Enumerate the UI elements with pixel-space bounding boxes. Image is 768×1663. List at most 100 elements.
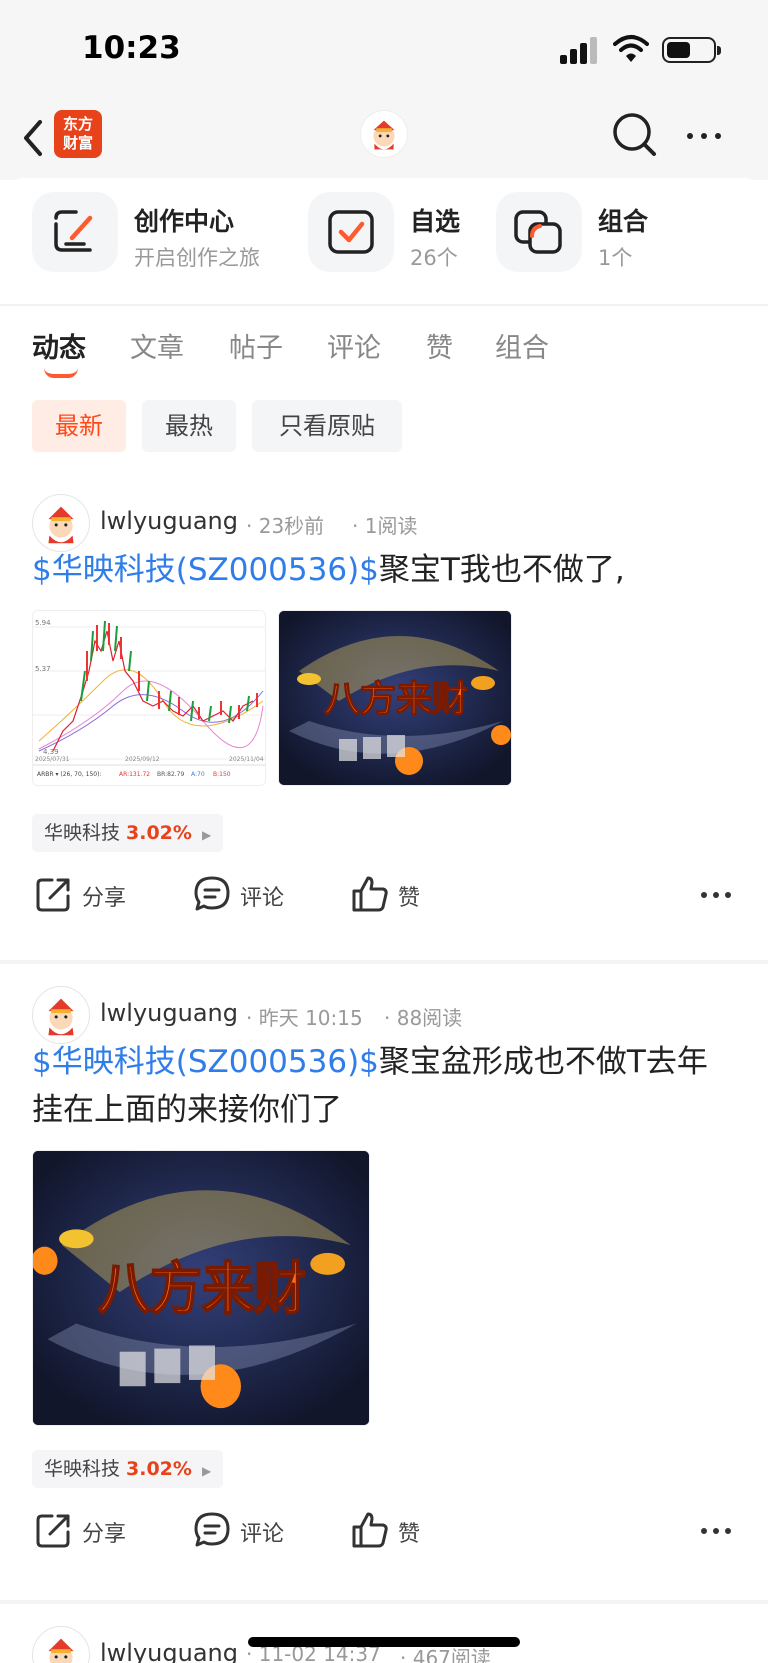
home-indicator[interactable] bbox=[248, 1637, 520, 1647]
active-tab-indicator bbox=[44, 368, 78, 378]
post-more-icon[interactable] bbox=[700, 1526, 732, 1536]
like-label: 赞 bbox=[398, 1522, 421, 1547]
post-reads-value: 88阅读 bbox=[396, 1006, 463, 1030]
banner-image[interactable]: 八方来财 bbox=[32, 1150, 370, 1426]
stock-tag-change: 3.02% bbox=[126, 1458, 192, 1480]
checkbox-icon bbox=[328, 210, 374, 254]
comment-button[interactable]: 评论 bbox=[192, 1510, 312, 1550]
page: { "status": {"time": "10:23"}, "topbar":… bbox=[0, 0, 768, 1663]
username[interactable]: lwlyuguang bbox=[100, 999, 238, 1027]
post-reads-value: 467阅读 bbox=[412, 1646, 491, 1663]
post-more-icon[interactable] bbox=[700, 890, 732, 900]
fortune-banner-graphic: 八方来财 bbox=[279, 611, 511, 785]
chart-ar-value: AR:131.72 bbox=[119, 771, 150, 778]
tab-articles[interactable]: 文章 bbox=[130, 326, 184, 365]
stock-tag[interactable]: 华映科技 3.02% ▶ bbox=[32, 1450, 224, 1488]
post-time: · 23秒前 bbox=[246, 514, 325, 538]
comment-button[interactable]: 评论 bbox=[192, 874, 312, 914]
user-avatar[interactable] bbox=[32, 1626, 90, 1663]
post-reads: · 88阅读 bbox=[384, 1006, 463, 1030]
chart-date-mid: 2025/09/12 bbox=[125, 756, 160, 763]
chart-price-high: 5.94 bbox=[35, 619, 51, 627]
chart-date-start: 2025/07/31 bbox=[35, 756, 70, 763]
feed-post: lwlyuguang · 23秒前 · 1阅读 $华映科技(SZ000536)$… bbox=[0, 494, 768, 952]
like-button[interactable]: 赞 bbox=[350, 1510, 450, 1550]
filter-latest-chip[interactable]: 最新 bbox=[32, 400, 126, 452]
user-avatar[interactable] bbox=[32, 494, 90, 552]
portfolio-count: 1个 bbox=[598, 246, 633, 270]
chart-date-end: 2025/11/04 bbox=[229, 756, 264, 763]
profile-sheet: 创作中心 开启创作之旅 自选 26个 组合 1个 动态 文章 帖子 评论 赞 组… bbox=[0, 178, 768, 1663]
tab-dynamics[interactable]: 动态 bbox=[32, 326, 86, 378]
portfolio-icon-bg bbox=[496, 192, 582, 272]
stock-tag-change: 3.02% bbox=[126, 822, 192, 844]
watchlist-count: 26个 bbox=[410, 246, 458, 270]
watchlist-icon-bg bbox=[308, 192, 394, 272]
banner-text: 八方来财 bbox=[324, 679, 468, 720]
watchlist-entry[interactable]: 自选 26个 bbox=[308, 192, 478, 272]
status-bar: 10:23 bbox=[0, 0, 768, 100]
like-button[interactable]: 赞 bbox=[350, 874, 450, 914]
tab-likes[interactable]: 赞 bbox=[426, 326, 453, 365]
creation-center-icon-bg bbox=[32, 192, 118, 272]
stock-link[interactable]: $华映科技(SZ000536)$ bbox=[32, 552, 379, 588]
kline-chart-image[interactable]: 5.94 5.37 4.39 2025/07/31 2025/09/12 202… bbox=[32, 610, 266, 786]
eastmoney-logo[interactable]: 东方 财富 bbox=[54, 110, 102, 158]
creation-center-title: 创作中心 bbox=[134, 207, 235, 236]
tab-dynamics-label: 动态 bbox=[32, 333, 86, 364]
portfolio-entry[interactable]: 组合 1个 bbox=[496, 192, 666, 272]
post-text[interactable]: $华映科技(SZ000536)$聚宝T我也不做了, bbox=[32, 546, 732, 594]
more-menu-icon[interactable] bbox=[684, 116, 724, 156]
creation-center-entry[interactable]: 创作中心 开启创作之旅 bbox=[32, 192, 292, 272]
comment-icon bbox=[194, 1512, 230, 1547]
user-avatar[interactable] bbox=[32, 986, 90, 1044]
post-body: 聚宝T我也不做了, bbox=[378, 552, 625, 588]
fortune-banner-graphic: 八方来财 bbox=[33, 1151, 369, 1425]
post-time-value: 昨天 10:15 bbox=[258, 1006, 363, 1030]
chart-a-value: A:70 bbox=[191, 771, 205, 778]
cellular-signal-icon bbox=[560, 36, 602, 64]
edit-icon bbox=[54, 210, 93, 252]
post-text[interactable]: $华映科技(SZ000536)$聚宝盆形成也不做T去年挂在上面的来接你们了 bbox=[32, 1038, 732, 1134]
share-label: 分享 bbox=[82, 886, 127, 911]
logo-text-top: 东方 bbox=[62, 115, 93, 133]
chevron-right-icon: ▶ bbox=[201, 1464, 212, 1478]
share-icon bbox=[36, 1514, 70, 1548]
back-arrow-icon[interactable] bbox=[18, 118, 48, 158]
chart-price-mid: 5.37 bbox=[35, 665, 51, 673]
status-time: 10:23 bbox=[82, 30, 181, 66]
filter-hot-chip[interactable]: 最热 bbox=[142, 400, 236, 452]
username[interactable]: lwlyuguang bbox=[100, 1639, 238, 1663]
share-button[interactable]: 分享 bbox=[34, 874, 154, 914]
creation-center-subtitle: 开启创作之旅 bbox=[134, 246, 260, 270]
banner-image[interactable]: 八方来财 bbox=[278, 610, 512, 786]
username[interactable]: lwlyuguang bbox=[100, 507, 238, 535]
post-time-value: 23秒前 bbox=[258, 514, 325, 538]
share-button[interactable]: 分享 bbox=[34, 1510, 154, 1550]
filter-original-only-chip[interactable]: 只看原贴 bbox=[252, 400, 402, 452]
tab-posts[interactable]: 帖子 bbox=[229, 326, 283, 365]
top-navigation-bar: 东方 财富 bbox=[0, 100, 768, 180]
wifi-icon bbox=[613, 35, 649, 62]
stock-tag[interactable]: 华映科技 3.02% ▶ bbox=[32, 814, 224, 852]
chart-b-value: B:150 bbox=[213, 771, 231, 778]
post-separator bbox=[0, 960, 768, 964]
tab-portfolios[interactable]: 组合 bbox=[495, 326, 549, 365]
comment-label: 评论 bbox=[240, 886, 285, 911]
search-icon[interactable] bbox=[610, 110, 660, 160]
candlestick-chart-thumbnail: 5.94 5.37 4.39 2025/07/31 2025/09/12 202… bbox=[33, 611, 265, 785]
like-label: 赞 bbox=[398, 886, 421, 911]
thumbs-up-icon bbox=[352, 1512, 388, 1548]
thumbs-up-icon bbox=[352, 876, 388, 912]
feed-post: lwlyuguang · 昨天 10:15 · 88阅读 $华映科技(SZ000… bbox=[0, 986, 768, 1663]
post-reads-value: 1阅读 bbox=[364, 514, 418, 538]
tab-comments[interactable]: 评论 bbox=[327, 326, 381, 365]
header-avatar[interactable] bbox=[360, 110, 408, 158]
stock-tag-name: 华映科技 bbox=[44, 822, 121, 844]
stock-tag-name: 华映科技 bbox=[44, 1458, 121, 1480]
stock-link[interactable]: $华映科技(SZ000536)$ bbox=[32, 1044, 379, 1080]
divider bbox=[0, 304, 768, 306]
battery-icon bbox=[662, 37, 721, 63]
share-icon bbox=[36, 878, 70, 912]
chart-price-low: 4.39 bbox=[43, 748, 59, 756]
